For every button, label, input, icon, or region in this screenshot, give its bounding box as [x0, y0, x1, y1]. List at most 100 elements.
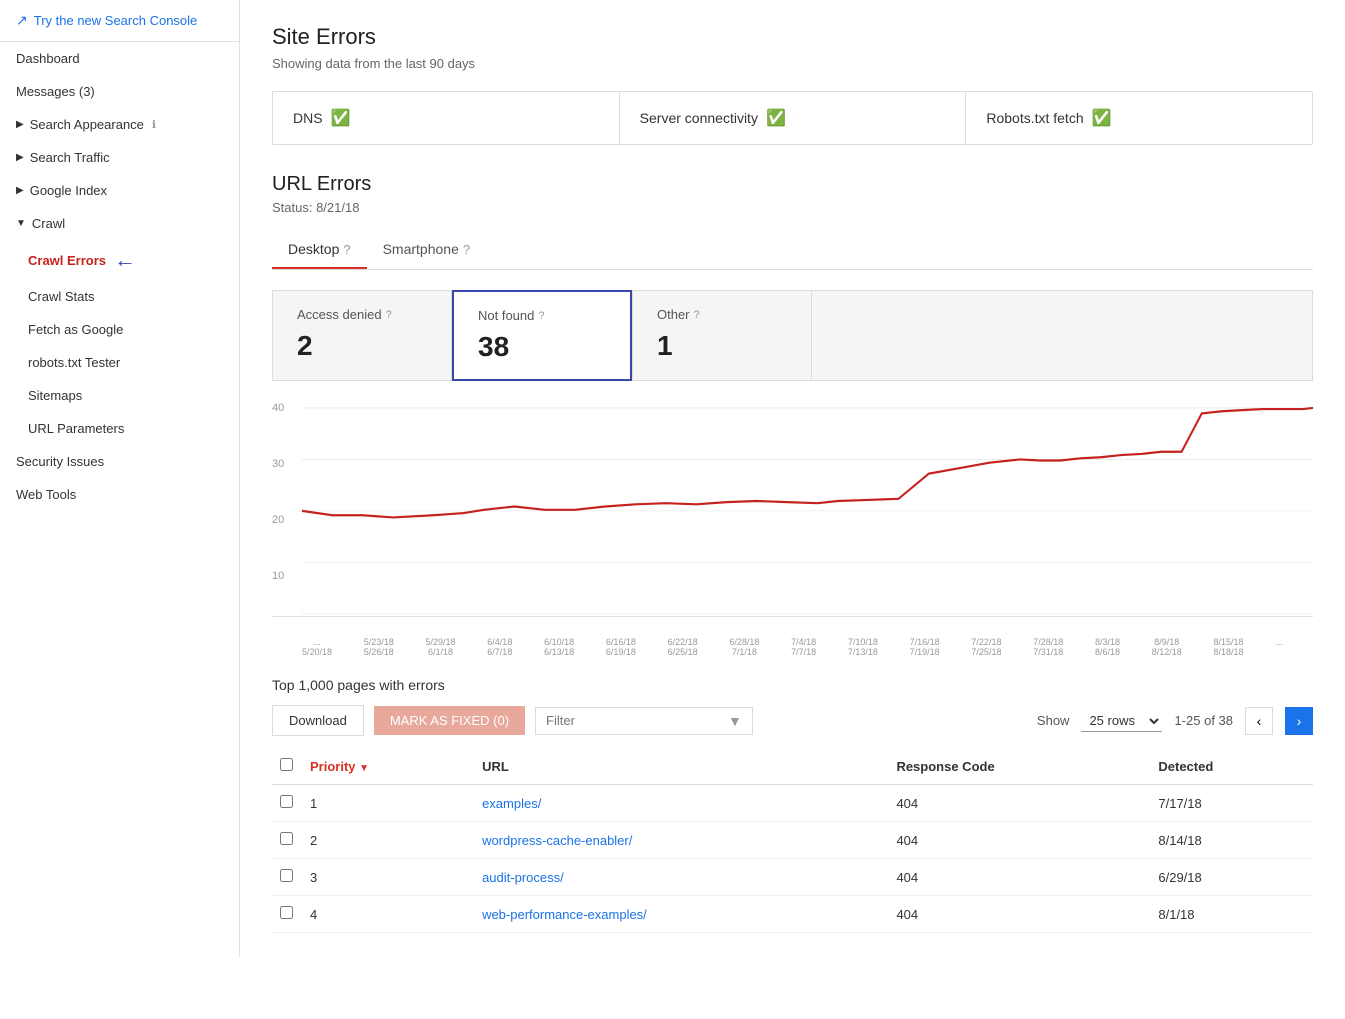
tab-desktop-label: Desktop [288, 241, 339, 257]
not-found-card[interactable]: Not found ? 38 [452, 290, 632, 381]
row-2-response-code: 404 [888, 822, 1150, 859]
sidebar-item-crawl[interactable]: ▼ Crawl [0, 207, 239, 240]
tab-desktop[interactable]: Desktop ? [272, 231, 367, 269]
other-card[interactable]: Other ? 1 [632, 290, 812, 381]
next-page-button[interactable]: › [1285, 707, 1313, 735]
y-label-30: 30 [272, 458, 284, 470]
web-tools-label: Web Tools [16, 487, 76, 502]
sidebar-item-crawl-stats[interactable]: Crawl Stats [0, 280, 239, 313]
sidebar-item-search-appearance[interactable]: ▶ Search Appearance ℹ [0, 108, 239, 141]
crawl-stats-label: Crawl Stats [28, 289, 94, 304]
show-label: Show [1037, 713, 1070, 728]
sidebar-item-messages[interactable]: Messages (3) [0, 75, 239, 108]
header-response-code: Response Code [888, 748, 1150, 785]
sidebar-item-google-index[interactable]: ▶ Google Index [0, 174, 239, 207]
error-type-cards: Access denied ? 2 Not found ? 38 Other ?… [272, 290, 1313, 381]
row-1-checkbox[interactable] [280, 795, 293, 808]
header-priority[interactable]: Priority ▼ [302, 748, 474, 785]
table-controls: Download MARK AS FIXED (0) ▼ Show 25 row… [272, 705, 1313, 736]
fetch-as-google-label: Fetch as Google [28, 322, 123, 337]
try-new-search-console[interactable]: ↗ Try the new Search Console [0, 0, 239, 42]
x-label-3: 6/4/186/7/18 [487, 637, 512, 657]
x-label-10: 7/16/187/19/18 [910, 637, 940, 657]
prev-page-button[interactable]: ‹ [1245, 707, 1273, 735]
sidebar-item-crawl-errors[interactable]: Crawl Errors ← [0, 240, 239, 280]
arrow-pointer-icon: ← [114, 249, 136, 271]
x-label-15: 8/15/188/18/18 [1213, 637, 1243, 657]
smartphone-help-icon[interactable]: ? [463, 242, 470, 257]
row-3-checkbox[interactable] [280, 869, 293, 882]
sitemaps-label: Sitemaps [28, 388, 82, 403]
chart-line [302, 408, 1313, 518]
select-all-checkbox[interactable] [280, 758, 293, 771]
not-found-help-icon[interactable]: ? [538, 310, 544, 322]
tab-smartphone[interactable]: Smartphone ? [367, 231, 487, 269]
table-row: 4 web-performance-examples/ 404 8/1/18 [272, 896, 1313, 933]
error-type-spacer [812, 290, 1313, 381]
access-denied-help-icon[interactable]: ? [386, 309, 392, 321]
sidebar-item-fetch-as-google[interactable]: Fetch as Google [0, 313, 239, 346]
download-button[interactable]: Download [272, 705, 364, 736]
row-1-url[interactable]: examples/ [482, 796, 541, 811]
url-parameters-label: URL Parameters [28, 421, 124, 436]
sidebar-item-url-parameters[interactable]: URL Parameters [0, 412, 239, 445]
search-appearance-arrow: ▶ [16, 119, 24, 130]
try-new-label: Try the new Search Console [34, 13, 198, 28]
desktop-help-icon[interactable]: ? [343, 242, 350, 257]
sidebar-item-sitemaps[interactable]: Sitemaps [0, 379, 239, 412]
robots-fetch-check-icon: ✅ [1092, 108, 1112, 128]
external-link-icon: ↗ [16, 12, 28, 29]
url-errors-title: URL Errors [272, 173, 1313, 196]
row-3-response-code: 404 [888, 859, 1150, 896]
other-count: 1 [657, 330, 787, 362]
header-detected: Detected [1150, 748, 1313, 785]
row-3-priority: 3 [302, 859, 474, 896]
row-4-checkbox[interactable] [280, 906, 293, 919]
x-label-6: 6/22/186/25/18 [668, 637, 698, 657]
row-2-detected: 8/14/18 [1150, 822, 1313, 859]
sidebar-item-robots-tester[interactable]: robots.txt Tester [0, 346, 239, 379]
access-denied-card[interactable]: Access denied ? 2 [272, 290, 452, 381]
google-index-label: Google Index [30, 183, 107, 198]
mark-fixed-button[interactable]: MARK AS FIXED (0) [374, 706, 525, 735]
dns-check-icon: ✅ [331, 108, 351, 128]
header-checkbox-cell [272, 748, 302, 785]
x-label-12: 7/28/187/31/18 [1033, 637, 1063, 657]
filter-input-wrap: ▼ [535, 707, 753, 735]
x-label-13: 8/3/188/6/18 [1095, 637, 1120, 657]
search-traffic-arrow: ▶ [16, 152, 24, 163]
crawl-errors-label: Crawl Errors [28, 253, 106, 268]
other-label: Other [657, 307, 690, 322]
row-4-detected: 8/1/18 [1150, 896, 1313, 933]
row-4-url[interactable]: web-performance-examples/ [482, 907, 647, 922]
sidebar-item-search-traffic[interactable]: ▶ Search Traffic [0, 141, 239, 174]
sidebar-item-web-tools[interactable]: Web Tools [0, 478, 239, 511]
tab-smartphone-label: Smartphone [383, 241, 459, 257]
server-connectivity-card: Server connectivity ✅ [620, 92, 967, 144]
search-appearance-info-icon: ℹ [152, 118, 156, 131]
dns-card: DNS ✅ [273, 92, 620, 144]
search-traffic-label: Search Traffic [30, 150, 110, 165]
x-label-0: ...5/20/18 [302, 637, 332, 657]
row-3-url[interactable]: audit-process/ [482, 870, 564, 885]
sidebar-item-security-issues[interactable]: Security Issues [0, 445, 239, 478]
rows-per-page-select[interactable]: 25 rows 50 rows 100 rows [1081, 710, 1162, 732]
other-help-icon[interactable]: ? [694, 309, 700, 321]
filter-input[interactable] [546, 713, 722, 728]
row-1-detected: 7/17/18 [1150, 785, 1313, 822]
table-pagination: Show 25 rows 50 rows 100 rows 1-25 of 38… [1037, 707, 1313, 735]
x-label-4: 6/10/186/13/18 [544, 637, 574, 657]
table-row: 3 audit-process/ 404 6/29/18 [272, 859, 1313, 896]
security-issues-label: Security Issues [16, 454, 104, 469]
header-url: URL [474, 748, 888, 785]
x-label-end: ... [1275, 637, 1283, 657]
row-2-url[interactable]: wordpress-cache-enabler/ [482, 833, 632, 848]
row-2-checkbox[interactable] [280, 832, 293, 845]
x-label-11: 7/22/187/25/18 [971, 637, 1001, 657]
access-denied-label: Access denied [297, 307, 382, 322]
x-label-14: 8/9/188/12/18 [1152, 637, 1182, 657]
sidebar-item-dashboard[interactable]: Dashboard [0, 42, 239, 75]
server-connectivity-label: Server connectivity [640, 110, 758, 126]
errors-table: Priority ▼ URL Response Code Detected 1 … [272, 748, 1313, 933]
dashboard-label: Dashboard [16, 51, 80, 66]
